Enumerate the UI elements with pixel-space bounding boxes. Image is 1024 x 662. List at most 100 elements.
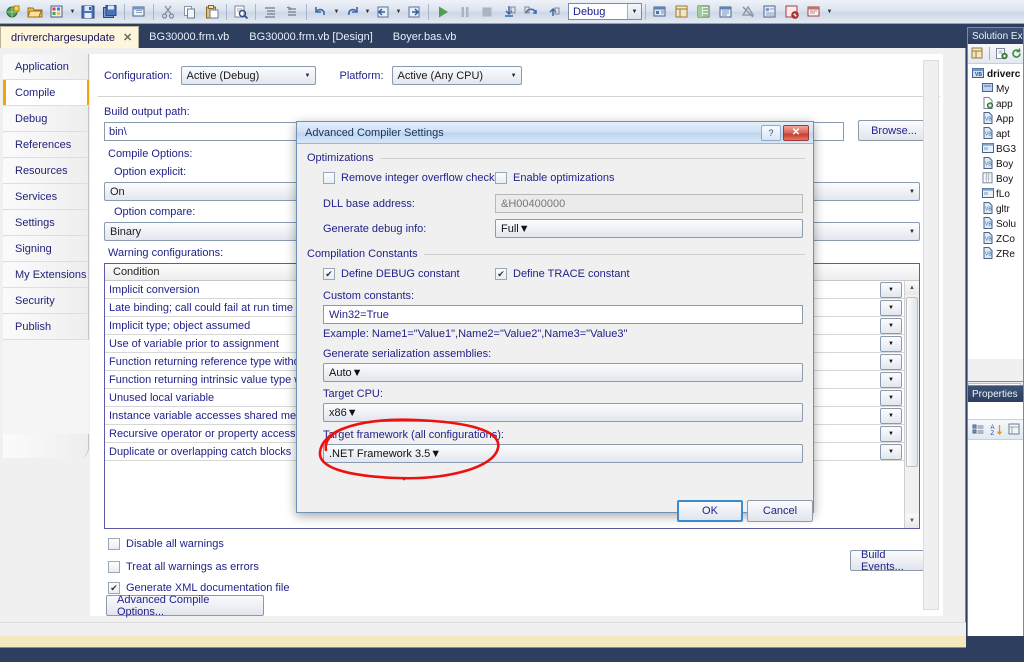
new-project-icon[interactable] — [3, 2, 23, 22]
dll-base-address-input[interactable]: &H00400000 — [495, 194, 803, 213]
notification-combo[interactable]: ▼ — [880, 299, 902, 316]
cut-icon[interactable] — [158, 2, 178, 22]
save-all-icon[interactable] — [100, 2, 120, 22]
tree-node-boyer-report[interactable]: Boy — [968, 172, 1023, 187]
uncomment-icon[interactable] — [282, 2, 302, 22]
generate-debug-info-combo[interactable]: Full ▼ — [495, 219, 803, 238]
ok-button[interactable]: OK — [677, 500, 743, 522]
advanced-compile-options-button[interactable]: Advanced Compile Options... — [106, 594, 264, 618]
tree-node-app-config[interactable]: app — [968, 97, 1023, 112]
tree-node-gltr[interactable]: VB gltr — [968, 202, 1023, 217]
checkbox-icon[interactable] — [495, 172, 507, 184]
tree-node-project-root[interactable]: VB driverc — [968, 67, 1023, 82]
redo-dropdown-icon[interactable]: ▼ — [363, 2, 372, 22]
step-out-icon[interactable] — [543, 2, 563, 22]
solution-explorer-tree[interactable]: VB driverc My app VB App VB apt BG3 VB B… — [968, 64, 1023, 359]
sidebar-item-settings[interactable]: Settings — [3, 210, 89, 236]
close-icon[interactable]: ✕ — [123, 31, 132, 44]
tree-node-app-vb[interactable]: VB App — [968, 112, 1023, 127]
chevron-down-icon[interactable]: ▼ — [347, 407, 358, 419]
comment-icon[interactable] — [260, 2, 280, 22]
sidebar-item-security[interactable]: Security — [3, 288, 89, 314]
properties-grid[interactable] — [968, 440, 1023, 655]
close-icon[interactable]: ✕ — [783, 124, 809, 141]
scroll-down-icon[interactable]: ▼ — [905, 514, 919, 528]
checkbox-define-debug-constant[interactable]: ✔ Define DEBUG constant — [323, 268, 460, 280]
sidebar-item-signing[interactable]: Signing — [3, 236, 89, 262]
checkbox-define-trace-constant[interactable]: ✔ Define TRACE constant — [495, 268, 630, 280]
tree-node-zco[interactable]: VB ZCo — [968, 232, 1023, 247]
pane-vertical-scrollbar[interactable] — [923, 60, 939, 610]
checkbox-icon[interactable] — [108, 538, 120, 550]
notification-combo[interactable]: ▼ — [880, 371, 902, 388]
scroll-up-icon[interactable]: ▲ — [905, 281, 919, 295]
sidebar-item-publish[interactable]: Publish — [3, 314, 89, 340]
notification-combo[interactable]: ▼ — [880, 389, 902, 406]
chevron-down-icon[interactable]: ▼ — [909, 183, 915, 200]
sidebar-item-compile[interactable]: Compile — [3, 80, 89, 106]
checkbox-icon[interactable] — [323, 172, 335, 184]
browse-button[interactable]: Browse... — [858, 120, 930, 141]
notification-combo[interactable]: ▼ — [880, 425, 902, 442]
error-list-icon[interactable] — [738, 2, 758, 22]
pause-icon[interactable] — [455, 2, 475, 22]
designer-horizontal-scrollbar[interactable] — [0, 622, 966, 636]
checkbox-icon[interactable]: ✔ — [323, 268, 335, 280]
output-window-icon[interactable] — [804, 2, 824, 22]
chevron-down-icon[interactable]: ▼ — [352, 367, 363, 379]
undo-icon[interactable] — [311, 2, 331, 22]
properties-window-icon[interactable] — [672, 2, 692, 22]
add-new-item-icon[interactable] — [47, 2, 67, 22]
navigate-back-dropdown-icon[interactable]: ▼ — [394, 2, 403, 22]
target-framework-combo[interactable]: .NET Framework 3.5 ▼ — [323, 444, 803, 463]
navigate-forward-icon[interactable] — [404, 2, 424, 22]
object-browser-icon[interactable] — [694, 2, 714, 22]
target-cpu-combo[interactable]: x86 ▼ — [323, 403, 803, 422]
checkbox-treat-warnings-as-errors[interactable]: Treat all warnings as errors — [108, 561, 259, 573]
tree-node-solu[interactable]: VB Solu — [968, 217, 1023, 232]
notification-combo[interactable]: ▼ — [880, 443, 902, 460]
dialog-title-bar[interactable]: Advanced Compiler Settings ? ✕ — [297, 122, 813, 144]
sidebar-item-resources[interactable]: Resources — [3, 158, 89, 184]
chevron-down-icon[interactable]: ▼ — [519, 223, 530, 235]
checkbox-enable-optimizations[interactable]: Enable optimizations — [495, 172, 615, 184]
checkbox-icon[interactable] — [108, 561, 120, 573]
checkbox-icon[interactable]: ✔ — [108, 582, 120, 594]
scrollbar-thumb[interactable] — [906, 297, 918, 467]
categorized-icon[interactable] — [971, 422, 986, 437]
start-debugging-icon[interactable] — [433, 2, 453, 22]
notification-combo[interactable]: ▼ — [880, 281, 902, 298]
sidebar-item-application[interactable]: Application — [3, 54, 89, 80]
tree-node-boyer-vb[interactable]: VB Boy — [968, 157, 1023, 172]
notification-combo[interactable]: ▼ — [880, 353, 902, 370]
save-icon[interactable] — [78, 2, 98, 22]
checkbox-disable-all-warnings[interactable]: Disable all warnings — [108, 538, 224, 550]
add-new-item-dropdown-icon[interactable]: ▼ — [68, 2, 77, 22]
notification-combo[interactable]: ▼ — [880, 407, 902, 424]
configuration-combo[interactable]: Active (Debug) ▼ — [180, 66, 316, 85]
property-pages-icon[interactable] — [1007, 422, 1022, 437]
class-view-icon[interactable] — [760, 2, 780, 22]
sidebar-item-my-extensions[interactable]: My Extensions — [3, 262, 89, 288]
step-over-icon[interactable] — [521, 2, 541, 22]
paste-icon[interactable] — [202, 2, 222, 22]
solution-explorer-icon[interactable] — [650, 2, 670, 22]
stop-icon[interactable] — [477, 2, 497, 22]
cancel-button[interactable]: Cancel — [747, 500, 813, 522]
chevron-down-icon[interactable]: ▼ — [909, 223, 915, 240]
redo-icon[interactable] — [342, 2, 362, 22]
sidebar-item-references[interactable]: References — [3, 132, 89, 158]
toolbar-overflow-icon[interactable]: ▼ — [825, 2, 834, 22]
tree-node-bg30000[interactable]: BG3 — [968, 142, 1023, 157]
toggle-window-icon[interactable] — [129, 2, 149, 22]
notification-combo[interactable]: ▼ — [880, 335, 902, 352]
grid-vertical-scrollbar[interactable]: ▲ ▼ — [904, 281, 919, 528]
chevron-down-icon[interactable]: ▼ — [511, 67, 517, 84]
find-icon[interactable] — [231, 2, 251, 22]
step-into-icon[interactable] — [499, 2, 519, 22]
platform-combo[interactable]: Active (Any CPU) ▼ — [391, 66, 522, 85]
checkbox-icon[interactable]: ✔ — [495, 268, 507, 280]
solution-configuration-combo[interactable]: Debug ▼ — [568, 3, 642, 20]
custom-constants-input[interactable]: Win32=True — [323, 305, 803, 324]
show-all-files-icon[interactable] — [995, 46, 1008, 61]
